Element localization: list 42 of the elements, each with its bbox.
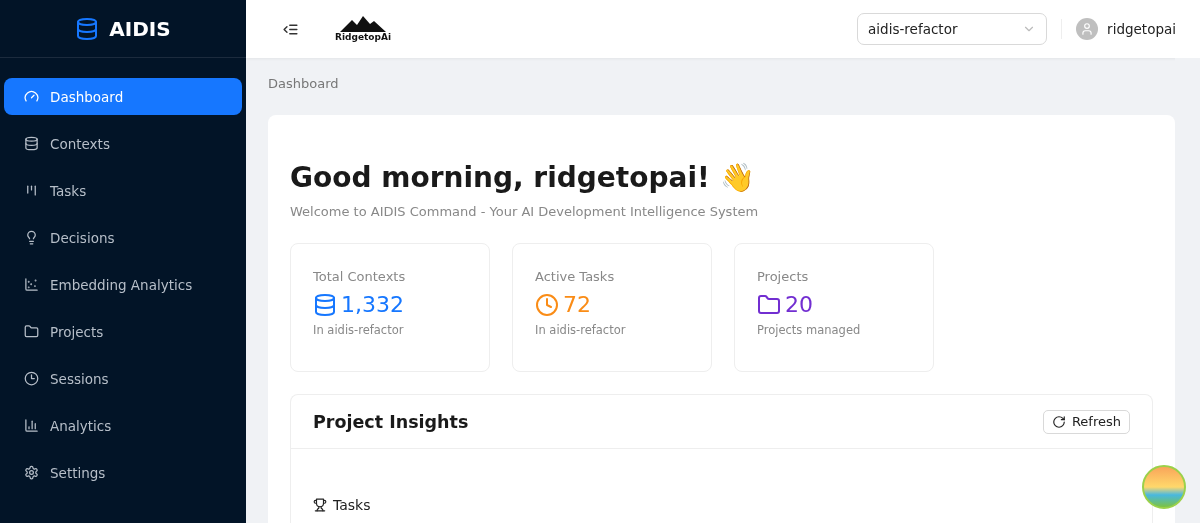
stat-note: Projects managed xyxy=(757,323,862,337)
gauge-icon xyxy=(24,89,39,104)
database-icon xyxy=(24,136,39,151)
folder-icon xyxy=(24,324,39,339)
avatar[interactable] xyxy=(1076,18,1099,40)
lightbulb-icon xyxy=(24,230,39,245)
section-title: Tasks xyxy=(333,497,371,513)
greeting-title: Good morning, ridgetopai! 👋 xyxy=(290,161,756,194)
stat-label: Total Contexts xyxy=(313,269,407,284)
mountain-logo-icon xyxy=(340,16,386,32)
scatter-chart-icon xyxy=(24,277,39,292)
panel-title: Project Insights xyxy=(313,411,469,432)
stat-value: 20 xyxy=(785,292,813,317)
breadcrumb: Dashboard xyxy=(268,76,340,91)
nav-item[interactable]: Decisions xyxy=(4,219,242,256)
clock-icon xyxy=(24,371,39,386)
trophy-icon xyxy=(313,498,327,512)
bar-chart-icon xyxy=(24,418,39,433)
database-icon xyxy=(75,16,100,41)
nav-item[interactable]: Embedding Analytics xyxy=(4,266,242,303)
stat-value: 72 xyxy=(563,292,591,317)
stat-note: In aidis-refactor xyxy=(313,323,405,337)
logo-text: RidgetopAi xyxy=(335,32,391,42)
settings-icon xyxy=(24,465,39,480)
nav-item[interactable]: Tasks xyxy=(4,172,242,209)
project-select[interactable]: aidis-refactor xyxy=(857,13,1048,45)
board-icon xyxy=(24,183,39,198)
brand-name: AIDIS xyxy=(109,16,171,41)
nav-item[interactable]: Analytics xyxy=(4,407,242,444)
nav-item[interactable]: Projects xyxy=(4,313,242,350)
nav-item[interactable]: Settings xyxy=(4,454,242,491)
stat-label: Projects xyxy=(757,269,810,284)
stat-value: 1,332 xyxy=(341,292,404,317)
stat-label: Active Tasks xyxy=(535,269,616,284)
refresh-button[interactable]: Refresh xyxy=(1042,409,1130,434)
nav-item[interactable]: Dashboard xyxy=(4,78,242,115)
greeting-subtitle: Welcome to AIDIS Command - Your AI Development Intelligence System xyxy=(290,204,760,219)
nav-item[interactable]: Sessions xyxy=(4,360,242,397)
user-name: ridgetopai xyxy=(1107,21,1176,37)
refresh-icon xyxy=(1051,414,1066,429)
nav-item[interactable]: Contexts xyxy=(4,125,242,162)
stat-note: In aidis-refactor xyxy=(535,323,627,337)
